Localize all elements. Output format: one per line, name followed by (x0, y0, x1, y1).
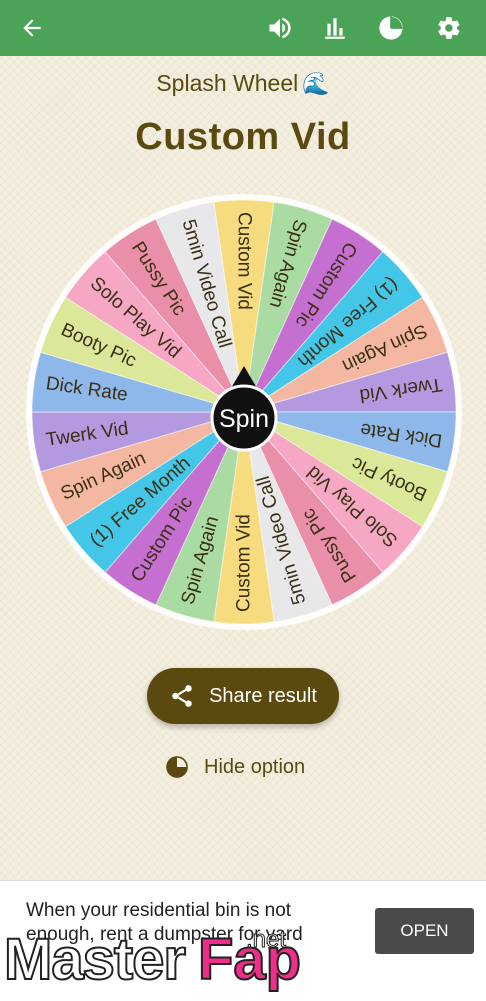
hide-option-label: Hide option (204, 755, 306, 778)
share-icon (172, 685, 192, 707)
back-arrow-icon[interactable] (12, 8, 52, 48)
watermark-net: .net (245, 926, 287, 954)
volume-icon[interactable] (260, 8, 300, 48)
pie-chart-icon (166, 756, 188, 778)
spin-result-title: Custom Vid (135, 116, 351, 158)
wave-emoji-icon: 🌊 (302, 71, 330, 96)
spin-button-label[interactable]: Spin (219, 405, 269, 433)
watermark-master: Master (3, 926, 187, 993)
wheel-segment-label: Custom Vid (234, 212, 255, 310)
pie-chart-icon[interactable] (371, 8, 411, 48)
wheel-segment-label: Custom Vid (234, 514, 255, 612)
share-result-label: Share result (209, 684, 317, 707)
app-title: Splash Wheel 🌊 (0, 70, 486, 97)
hide-option-button[interactable]: Hide option (164, 751, 305, 783)
watermark: Master Fap .net (0, 926, 486, 1000)
gear-icon[interactable] (429, 8, 469, 48)
top-app-bar (0, 0, 486, 56)
spin-wheel[interactable]: Custom Vid Spin Again Custom Pic (1) Free M… (25, 186, 463, 634)
wheel-svg[interactable]: Custom Vid Spin AgainCustom Pic(1) Free M… (25, 186, 463, 634)
app-title-text: Splash Wheel (156, 70, 299, 96)
share-result-button[interactable]: Share result (147, 668, 339, 724)
stats-icon[interactable] (315, 8, 355, 48)
